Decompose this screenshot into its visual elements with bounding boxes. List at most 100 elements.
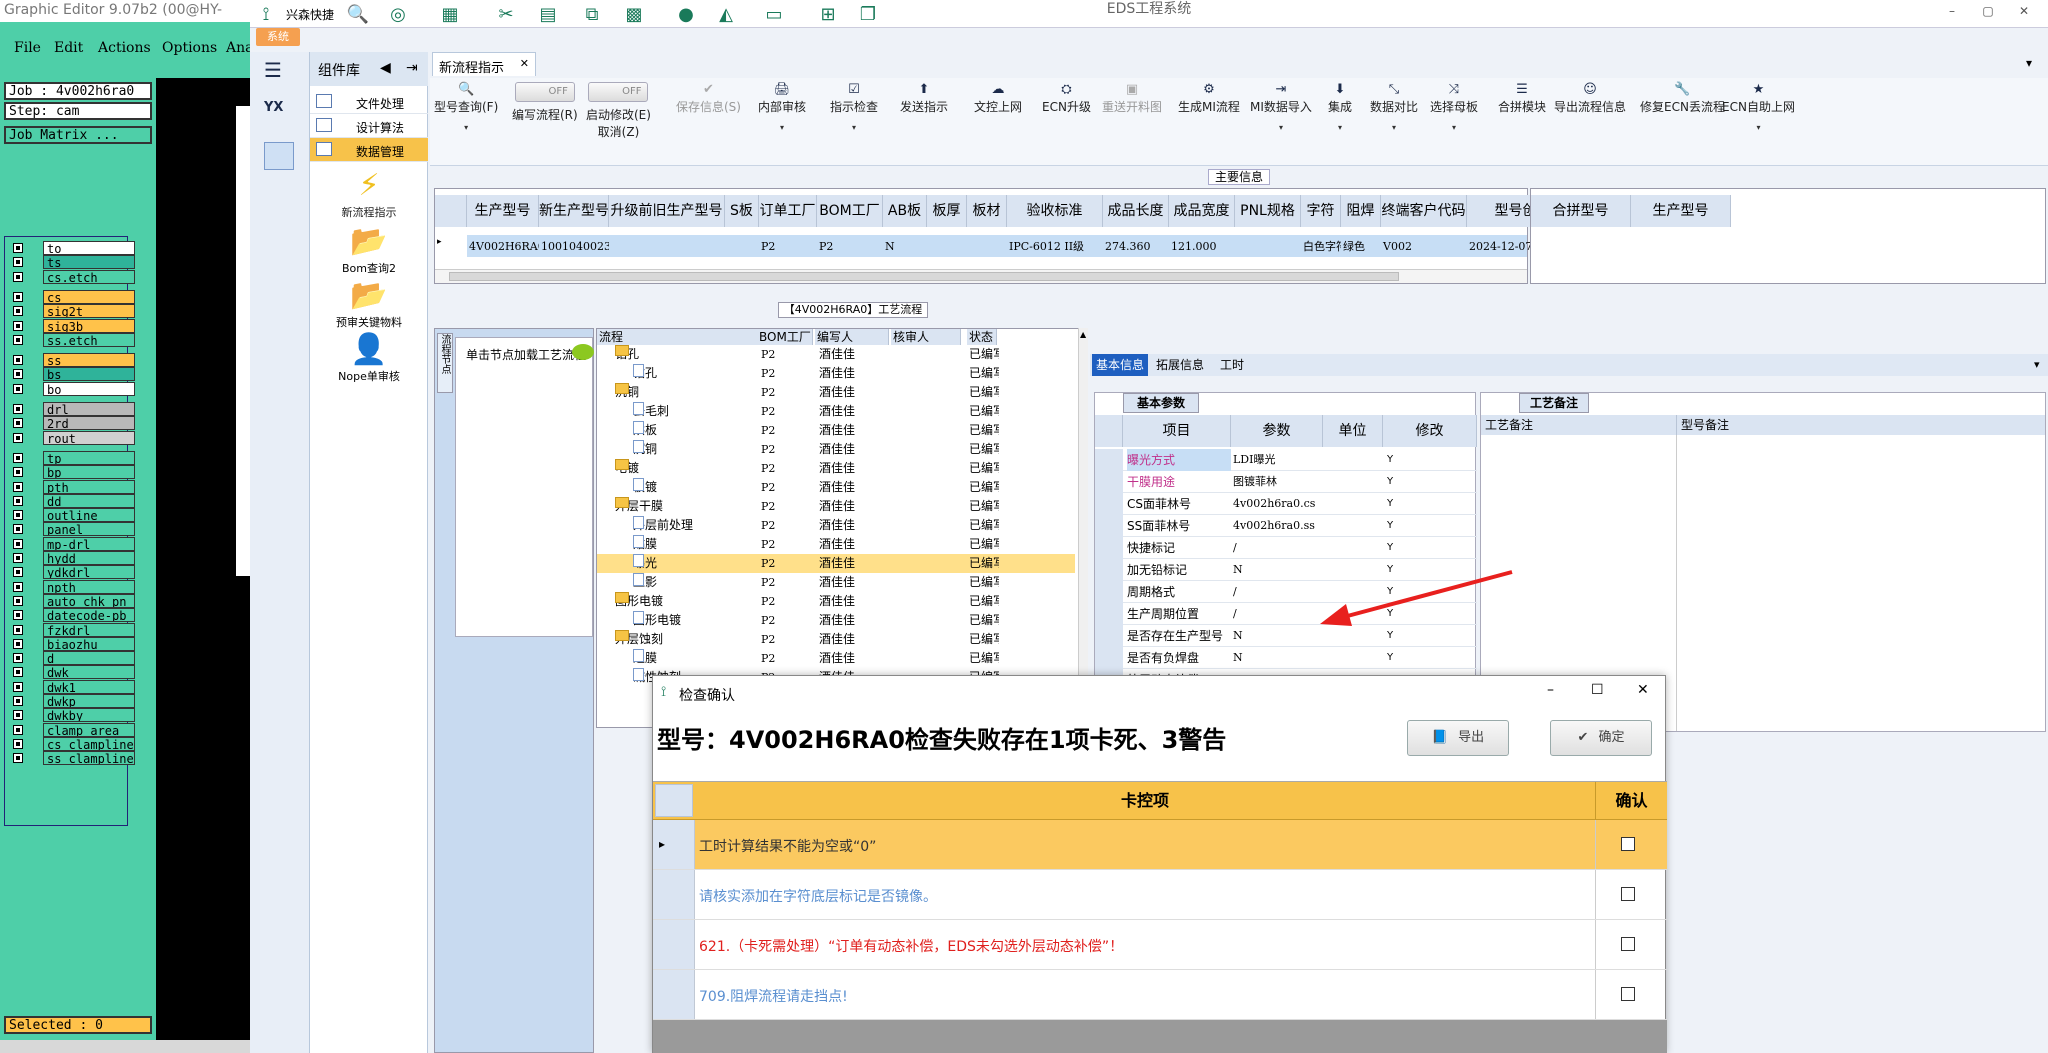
ribbon-button-1[interactable]: OFF 编写流程(R)	[512, 82, 578, 123]
main-info-cell[interactable]: 274.360	[1103, 237, 1169, 257]
control-item-row[interactable]: 709.阻焊流程请走挡点!	[653, 970, 1667, 1020]
main-info-header[interactable]: 生产型号	[467, 195, 539, 227]
monitor-icon[interactable]: ▭	[762, 4, 786, 26]
flow-node[interactable]: 板镀	[633, 478, 755, 497]
tab-new-flow[interactable]: 新流程指示 ✕	[432, 52, 536, 76]
layer-checkbox[interactable]	[13, 524, 23, 535]
param-value[interactable]: N	[1233, 647, 1321, 669]
layer-row[interactable]: auto_chk_pn	[11, 593, 135, 608]
layer-row[interactable]: dwk	[11, 665, 135, 680]
flow-node[interactable]: 去毛刺	[633, 402, 755, 421]
params-row[interactable]: SS面菲林号 4v002h6ra0.ss Y	[1095, 515, 1477, 537]
layer-name[interactable]: ydkdrl	[43, 565, 135, 580]
flow-tree-row[interactable]: 去毛刺 P2 酒佳佳 已编写	[597, 402, 1075, 421]
flow-tree-row[interactable]: 图形电镀 P2 酒佳佳 已编写	[597, 611, 1075, 630]
flow-node[interactable]: 外层蚀刻	[615, 630, 755, 649]
chevron-down-icon[interactable]: ▾	[434, 123, 498, 132]
layer-checkbox[interactable]	[13, 291, 23, 302]
layer-checkbox[interactable]	[13, 538, 23, 549]
grid-table-icon[interactable]: ▦	[438, 4, 462, 26]
main-info-header[interactable]: PNL规格	[1235, 195, 1301, 227]
layer-row[interactable]: drl	[11, 402, 135, 416]
menu-options[interactable]: Options	[162, 40, 217, 56]
windows-icon[interactable]: ⊞	[816, 4, 840, 26]
chevron-down-icon[interactable]: ▾	[2026, 56, 2032, 70]
layer-row[interactable]: clamp_area	[11, 722, 135, 737]
flow-tree-row[interactable]: 图形电镀 P2 酒佳佳 已编写	[597, 592, 1075, 611]
control-item-row[interactable]: 621.（卡死需处理）“订单有动态补偿，EDS未勾选外层动态补偿”！	[653, 920, 1667, 970]
layer-name[interactable]: ss.etch	[43, 332, 135, 347]
ribbon-button-8[interactable]: ⛭ ECN升级	[1042, 82, 1091, 115]
layer-row[interactable]: dwk1	[11, 679, 135, 694]
layer-name[interactable]: dwkby	[43, 708, 135, 723]
main-info-cell[interactable]: 10010400233386	[539, 237, 609, 257]
layer-name[interactable]: panel	[43, 522, 135, 537]
ribbon-button-9[interactable]: ▣ 重送开料图	[1102, 82, 1162, 115]
params-row[interactable]: 快捷标记 / Y	[1095, 537, 1477, 559]
main-info-cell[interactable]: P2	[759, 237, 817, 257]
flow-node[interactable]: 烘板	[633, 421, 755, 440]
main-info-header[interactable]: 成品长度	[1103, 195, 1169, 227]
main-info-cell[interactable]	[609, 237, 725, 257]
layer-row[interactable]: outline	[11, 508, 135, 523]
layer-name[interactable]: bs	[43, 367, 135, 382]
layer-name[interactable]: dwk	[43, 665, 135, 680]
chevron-down-icon[interactable]: ▾	[1370, 123, 1418, 132]
layer-checkbox[interactable]	[13, 567, 23, 578]
main-info-cell[interactable]: 4V002H6RA0	[467, 237, 539, 257]
main-info-header[interactable]: 终端客户代码	[1381, 195, 1467, 227]
nope-review-button[interactable]: 👤 Nope单审核	[310, 332, 428, 384]
flow-tree-row[interactable]: 外层蚀刻 P2 酒佳佳 已编写	[597, 630, 1075, 649]
layer-row[interactable]: bs	[11, 367, 135, 382]
bom-query-button[interactable]: 📂 Bom查询2	[310, 224, 428, 276]
main-info-cell[interactable]: 白色字符	[1301, 237, 1341, 257]
window-restore-icon[interactable]: ❐	[856, 4, 880, 26]
flow-node[interactable]: 沉铜	[633, 440, 755, 459]
layer-row[interactable]: mp-drl	[11, 536, 135, 551]
layer-checkbox[interactable]	[13, 724, 23, 735]
chevron-down-icon[interactable]: ▾	[830, 123, 878, 132]
layer-row[interactable]: pth	[11, 479, 135, 494]
main-info-header[interactable]: 新生产型号	[539, 195, 609, 227]
flow-node[interactable]: 钻孔	[633, 364, 755, 383]
layer-row[interactable]: bo	[11, 381, 135, 396]
flow-tree-row[interactable]: 曝光 P2 酒佳佳 已编写	[597, 554, 1075, 573]
param-value[interactable]: 4v002h6ra0.ss	[1233, 515, 1321, 537]
layer-name[interactable]: npth	[43, 579, 135, 594]
flow-tree-row[interactable]: 贴膜 P2 酒佳佳 已编写	[597, 535, 1075, 554]
collapse-left-icon[interactable]: ◀	[380, 60, 391, 76]
layer-name[interactable]: dwk1	[43, 679, 135, 694]
layer-checkbox[interactable]	[13, 681, 23, 692]
layer-checkbox[interactable]	[13, 667, 23, 678]
params-row[interactable]: 是否有负焊盘 N Y	[1095, 647, 1477, 669]
layer-checkbox[interactable]	[13, 257, 23, 268]
layer-name[interactable]: tp	[43, 450, 135, 465]
pin-icon[interactable]: ⇥	[406, 60, 418, 76]
chevron-down-icon[interactable]: ▾	[758, 123, 806, 132]
flow-node[interactable]: 电镀	[615, 459, 755, 478]
flow-node[interactable]: 沉铜	[615, 383, 755, 402]
main-info-cell[interactable]: P2	[817, 237, 883, 257]
flow-node[interactable]: 钻孔	[615, 345, 755, 364]
flow-tree-row[interactable]: 钻孔 P2 酒佳佳 已编写	[597, 364, 1075, 383]
ribbon-button-18[interactable]: ★ ECN自助上网 ▾	[1722, 82, 1795, 132]
flow-node[interactable]: 显影	[633, 573, 755, 592]
tree-scrollbar[interactable]: ▲	[1078, 328, 1088, 728]
maximize-icon[interactable]: ▢	[1978, 4, 1998, 18]
layer-checkbox[interactable]	[13, 553, 23, 563]
ribbon-button-5[interactable]: ☑ 指示检查 ▾	[830, 82, 878, 132]
layer-checkbox[interactable]	[13, 696, 23, 706]
ribbon-button-15[interactable]: ☰ 合拼模块	[1498, 82, 1546, 115]
layer-name[interactable]: rout	[43, 430, 135, 445]
layer-name[interactable]: outline	[43, 508, 135, 523]
layer-row[interactable]: cs.etch	[11, 269, 135, 284]
param-value[interactable]: LDI曝光	[1233, 449, 1321, 471]
apps-grid-icon[interactable]: ▩	[622, 4, 646, 26]
layer-name[interactable]: cs	[43, 289, 135, 304]
layer-row[interactable]: sig3b	[11, 318, 135, 333]
layer-checkbox[interactable]	[13, 581, 23, 592]
layer-checkbox[interactable]	[13, 432, 23, 443]
control-item-row[interactable]: ▸ 工时计算结果不能为空或“0”	[653, 820, 1667, 870]
flow-node[interactable]: 曝光	[633, 554, 755, 573]
chevron-down-icon[interactable]: ▾	[2034, 358, 2040, 371]
